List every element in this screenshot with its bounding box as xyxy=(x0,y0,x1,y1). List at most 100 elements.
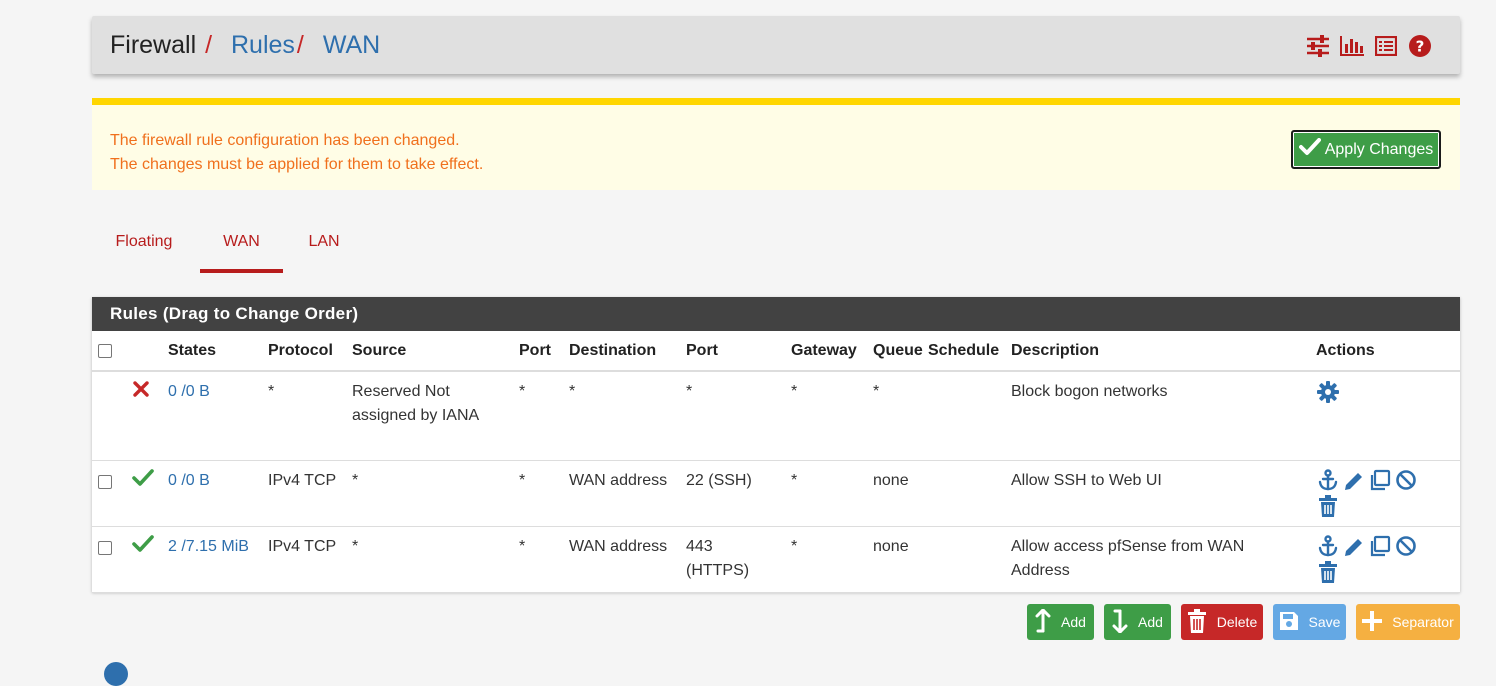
column-header-destination: Destination xyxy=(563,331,680,372)
actions-cell xyxy=(1310,460,1460,527)
bar-chart-icon[interactable] xyxy=(1339,34,1364,58)
column-header-actions: Actions xyxy=(1310,331,1460,372)
table-row[interactable]: 2 /7.15 MiB IPv4 TCP * * WAN address 443… xyxy=(92,526,1460,593)
edit-pencil-icon[interactable] xyxy=(1342,535,1365,558)
source-port-cell: * xyxy=(513,371,563,461)
states-cell[interactable]: 2 /7.15 MiB xyxy=(162,526,262,593)
disable-icon[interactable] xyxy=(1394,469,1417,492)
trash-icon xyxy=(1187,608,1207,636)
tab-floating[interactable]: Floating xyxy=(104,218,184,273)
apply-changes-button[interactable]: Apply Changes xyxy=(1291,130,1441,169)
breadcrumb: Firewall / Rules/ WAN xyxy=(110,30,380,60)
queue-cell: * xyxy=(867,371,922,461)
table-row[interactable]: 0 /0 B * Reserved Not assigned by IANA *… xyxy=(92,371,1460,461)
breadcrumb-rules-link[interactable]: Rules xyxy=(231,31,295,59)
breadcrumb-separator: / xyxy=(296,31,304,59)
actions-cell xyxy=(1310,371,1460,461)
source-cell: Reserved Not assigned by IANA xyxy=(346,371,513,461)
block-icon xyxy=(132,381,150,402)
select-all-checkbox[interactable] xyxy=(98,344,112,358)
states-cell[interactable]: 0 /0 B xyxy=(162,371,262,461)
interface-tabs: Floating WAN LAN xyxy=(92,218,492,273)
queue-cell: none xyxy=(867,526,922,593)
row-checkbox[interactable] xyxy=(98,474,112,489)
status-cell xyxy=(126,371,162,461)
check-icon xyxy=(1298,138,1321,161)
page-header: Firewall / Rules/ WAN ? xyxy=(92,16,1460,74)
arrow-down-icon xyxy=(1112,609,1128,636)
destination-port-cell: 22 (SSH) xyxy=(680,460,785,527)
add-top-label: Add xyxy=(1061,614,1086,630)
gear-icon[interactable] xyxy=(1316,380,1339,403)
column-header-source-port: Port xyxy=(513,331,563,372)
add-rule-bottom-button[interactable]: Add xyxy=(1104,604,1171,640)
changes-alert: The firewall rule configuration has been… xyxy=(92,98,1460,190)
alert-message: The firewall rule configuration has been… xyxy=(110,129,483,177)
table-header-row: States Protocol Source Port Destination … xyxy=(92,331,1460,372)
trash-icon[interactable] xyxy=(1316,495,1339,518)
table-row[interactable]: 0 /0 B IPv4 TCP * * WAN address 22 (SSH)… xyxy=(92,460,1460,527)
column-header-protocol: Protocol xyxy=(262,331,346,372)
checkbox-cell xyxy=(92,526,126,593)
save-icon xyxy=(1279,611,1299,634)
gateway-cell: * xyxy=(785,526,867,593)
tab-wan[interactable]: WAN xyxy=(200,218,283,273)
help-icon[interactable]: ? xyxy=(1407,34,1432,58)
status-cell xyxy=(126,526,162,593)
actions-cell xyxy=(1310,526,1460,593)
column-header-states: States xyxy=(162,331,262,372)
description-cell: Allow access pfSense from WAN Address xyxy=(1005,526,1310,593)
arrow-up-icon xyxy=(1035,608,1051,636)
alert-line-2: The changes must be applied for them to … xyxy=(110,156,484,173)
description-cell: Block bogon networks xyxy=(1005,371,1310,461)
row-checkbox[interactable] xyxy=(98,540,112,555)
description-cell: Allow SSH to Web UI xyxy=(1005,460,1310,527)
column-header-description: Description xyxy=(1005,331,1310,372)
rules-table: States Protocol Source Port Destination … xyxy=(92,331,1460,593)
source-port-cell: * xyxy=(513,460,563,527)
copy-icon[interactable] xyxy=(1368,535,1391,558)
sliders-icon[interactable] xyxy=(1305,34,1330,58)
source-cell: * xyxy=(346,460,513,527)
source-port-cell: * xyxy=(513,526,563,593)
checkbox-cell xyxy=(92,371,126,461)
gateway-cell: * xyxy=(785,371,867,461)
check-icon xyxy=(132,468,154,491)
separator-button[interactable]: Separator xyxy=(1356,604,1460,640)
apply-changes-label: Apply Changes xyxy=(1324,140,1434,158)
queue-cell: none xyxy=(867,460,922,527)
disable-icon[interactable] xyxy=(1394,535,1417,558)
protocol-cell: IPv4 TCP xyxy=(262,526,346,593)
plus-icon xyxy=(1362,610,1383,634)
gateway-cell: * xyxy=(785,460,867,527)
schedule-cell xyxy=(922,371,1005,461)
tab-lan[interactable]: LAN xyxy=(296,218,352,273)
column-header-destination-port: Port xyxy=(680,331,785,372)
status-column-header xyxy=(126,331,162,372)
save-button[interactable]: Save xyxy=(1273,604,1346,640)
column-header-schedule: Schedule xyxy=(922,331,1005,372)
protocol-cell: IPv4 TCP xyxy=(262,460,346,527)
list-icon[interactable] xyxy=(1373,34,1398,58)
destination-port-cell: * xyxy=(680,371,785,461)
select-all-cell xyxy=(92,331,126,372)
breadcrumb-separator: / xyxy=(205,31,213,59)
add-bottom-label: Add xyxy=(1138,614,1163,630)
destination-cell: WAN address xyxy=(563,460,680,527)
states-cell[interactable]: 0 /0 B xyxy=(162,460,262,527)
header-icons: ? xyxy=(1305,34,1432,58)
column-header-gateway: Gateway xyxy=(785,331,867,372)
anchor-icon[interactable] xyxy=(1316,469,1339,492)
delete-button[interactable]: Delete xyxy=(1181,604,1263,640)
anchor-icon[interactable] xyxy=(1316,535,1339,558)
copy-icon[interactable] xyxy=(1368,469,1391,492)
breadcrumb-wan-link[interactable]: WAN xyxy=(323,31,380,59)
trash-icon[interactable] xyxy=(1316,561,1339,584)
add-rule-top-button[interactable]: Add xyxy=(1027,604,1094,640)
edit-pencil-icon[interactable] xyxy=(1342,469,1365,492)
schedule-cell xyxy=(922,526,1005,593)
save-label: Save xyxy=(1308,614,1341,630)
info-icon[interactable] xyxy=(104,662,128,686)
destination-cell: WAN address xyxy=(563,526,680,593)
delete-label: Delete xyxy=(1216,614,1258,630)
